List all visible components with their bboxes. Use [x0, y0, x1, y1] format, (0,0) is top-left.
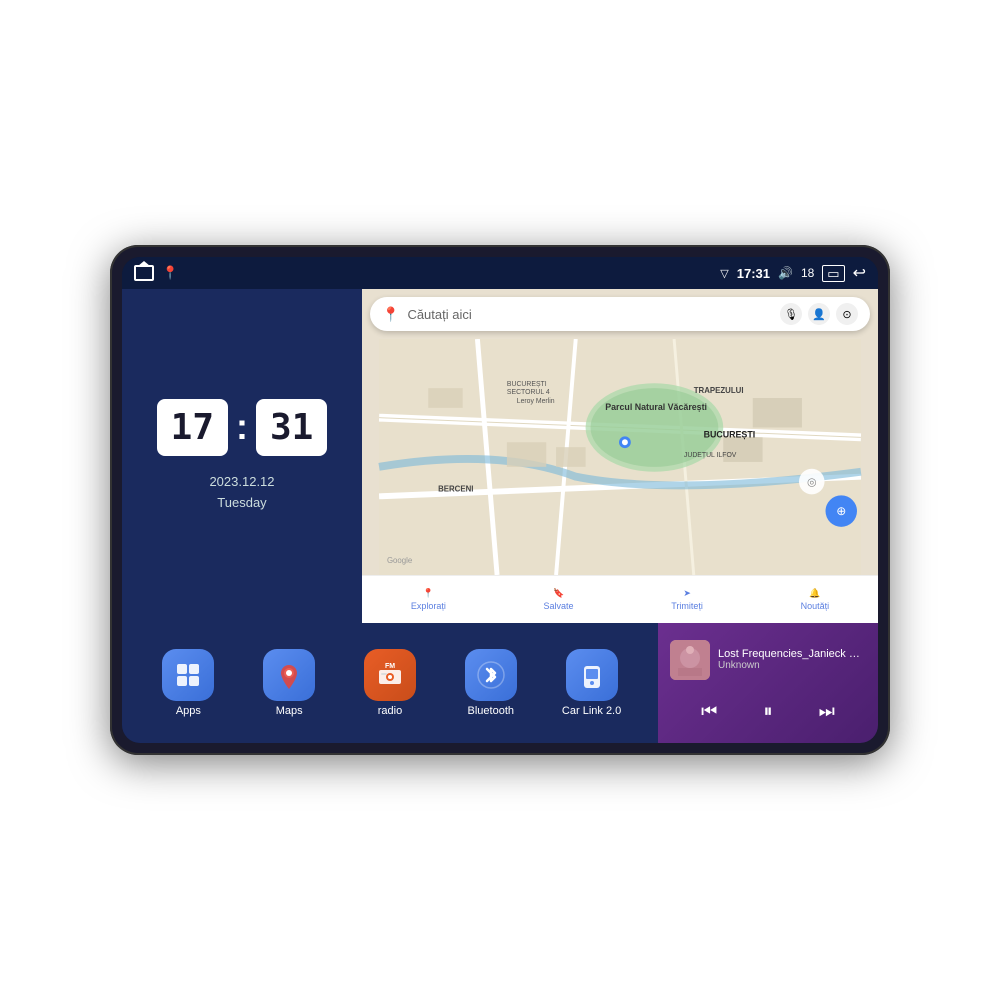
bluetooth-label: Bluetooth [468, 705, 514, 717]
apps-label: Apps [176, 705, 201, 717]
svg-text:Leroy Merlin: Leroy Merlin [517, 398, 555, 405]
news-label: Noutăți [801, 601, 830, 611]
map-panel[interactable]: 📍 Căutați aici 🎙 👤 ⊙ [362, 289, 878, 623]
clock-panel: 17 : 31 2023.12.12 Tuesday [122, 289, 362, 623]
maps-shortcut-icon[interactable]: 📍 [162, 265, 178, 281]
svg-text:⊕: ⊕ [836, 504, 846, 518]
explore-label: Explorați [411, 601, 446, 611]
svg-text:BERCENI: BERCENI [438, 484, 473, 493]
back-button[interactable]: ↩ [853, 263, 866, 283]
maps-label: Maps [276, 705, 303, 717]
status-right: ▽ 17:31 🔊 18 ▭ ↩ [720, 263, 866, 283]
app-launcher: Apps Maps [122, 623, 658, 743]
map-nav-explore[interactable]: 📍 Explorați [411, 588, 446, 611]
map-search-actions: 🎙 👤 ⊙ [780, 303, 858, 325]
map-search-bar[interactable]: 📍 Căutați aici 🎙 👤 ⊙ [370, 297, 870, 331]
app-item-apps[interactable]: Apps [158, 649, 218, 717]
svg-text:SECTORUL 4: SECTORUL 4 [507, 389, 550, 396]
app-item-radio[interactable]: FM radio [360, 649, 420, 717]
svg-text:FM: FM [385, 663, 395, 670]
prev-button[interactable]: ⏮ [697, 697, 721, 726]
home-icon[interactable] [134, 265, 154, 281]
main-content: 17 : 31 2023.12.12 Tuesday 📍 Căutați aic… [122, 289, 878, 743]
svg-text:BUCUREȘTI: BUCUREȘTI [507, 381, 547, 388]
svg-text:◎: ◎ [807, 477, 816, 489]
saved-icon: 🔖 [553, 588, 564, 599]
account-icon[interactable]: 👤 [808, 303, 830, 325]
clock-date: 2023.12.12 Tuesday [209, 472, 274, 514]
saved-label: Salvate [544, 601, 574, 611]
map-nav-send[interactable]: ➤ Trimiteți [671, 588, 703, 611]
svg-text:BUCUREȘTI: BUCUREȘTI [704, 429, 756, 439]
battery-icon: ▭ [822, 265, 844, 282]
apps-icon [162, 649, 214, 701]
volume-icon: 🔊 [778, 266, 793, 280]
music-title: Lost Frequencies_Janieck Devy-... [718, 648, 866, 660]
svg-text:JUDEȚUL ILFOV: JUDEȚUL ILFOV [684, 452, 737, 459]
svg-text:TRAPEZULUI: TRAPEZULUI [694, 386, 744, 395]
app-item-bluetooth[interactable]: Bluetooth [461, 649, 521, 717]
map-bottom-bar: 📍 Explorați 🔖 Salvate ➤ Trimiteți 🔔 [362, 575, 878, 623]
google-maps-logo: 📍 [382, 306, 399, 323]
clock-colon: : [236, 406, 248, 448]
signal-icon: ▽ [720, 267, 728, 280]
status-left: 📍 [134, 265, 178, 281]
bluetooth-icon [465, 649, 517, 701]
music-player: Lost Frequencies_Janieck Devy-... Unknow… [658, 623, 878, 743]
svg-text:Parcul Natural Văcărești: Parcul Natural Văcărești [605, 402, 707, 412]
status-bar: 📍 ▽ 17:31 🔊 18 ▭ ↩ [122, 257, 878, 289]
status-time: 17:31 [737, 266, 770, 281]
clock-minutes: 31 [256, 399, 327, 456]
music-text: Lost Frequencies_Janieck Devy-... Unknow… [718, 648, 866, 671]
layers-icon[interactable]: ⊙ [836, 303, 858, 325]
news-icon: 🔔 [809, 588, 820, 599]
map-nav-news[interactable]: 🔔 Noutăți [801, 588, 830, 611]
clock-display: 17 : 31 [157, 399, 328, 456]
app-item-maps[interactable]: Maps [259, 649, 319, 717]
music-controls: ⏮ ⏸ ⏭ [670, 697, 866, 726]
clock-hours: 17 [157, 399, 228, 456]
carlink-icon [566, 649, 618, 701]
next-button[interactable]: ⏭ [815, 697, 839, 726]
carlink-label: Car Link 2.0 [562, 705, 621, 717]
radio-label: radio [378, 705, 402, 717]
car-display-device: 📍 ▽ 17:31 🔊 18 ▭ ↩ 17 : 31 [110, 245, 890, 755]
explore-icon: 📍 [423, 588, 434, 599]
clock-date-value: 2023.12.12 [209, 472, 274, 493]
device-screen: 📍 ▽ 17:31 🔊 18 ▭ ↩ 17 : 31 [122, 257, 878, 743]
app-item-carlink[interactable]: Car Link 2.0 [562, 649, 622, 717]
send-icon: ➤ [683, 588, 691, 599]
clock-day: Tuesday [209, 493, 274, 514]
map-nav-saved[interactable]: 🔖 Salvate [544, 588, 574, 611]
map-search-text[interactable]: Căutați aici [407, 307, 772, 322]
maps-icon [263, 649, 315, 701]
music-artist: Unknown [718, 660, 866, 671]
svg-text:Google: Google [387, 556, 413, 565]
send-label: Trimiteți [671, 601, 703, 611]
volume-level: 18 [801, 266, 814, 280]
top-row: 17 : 31 2023.12.12 Tuesday 📍 Căutați aic… [122, 289, 878, 623]
music-info-row: Lost Frequencies_Janieck Devy-... Unknow… [670, 640, 866, 680]
map-content: Parcul Natural Văcărești TRAPEZULUI BUCU… [362, 339, 878, 575]
bottom-row: Apps Maps [122, 623, 878, 743]
microphone-icon[interactable]: 🎙 [780, 303, 802, 325]
play-pause-button[interactable]: ⏸ [759, 697, 776, 726]
radio-icon: FM [364, 649, 416, 701]
music-thumbnail [670, 640, 710, 680]
